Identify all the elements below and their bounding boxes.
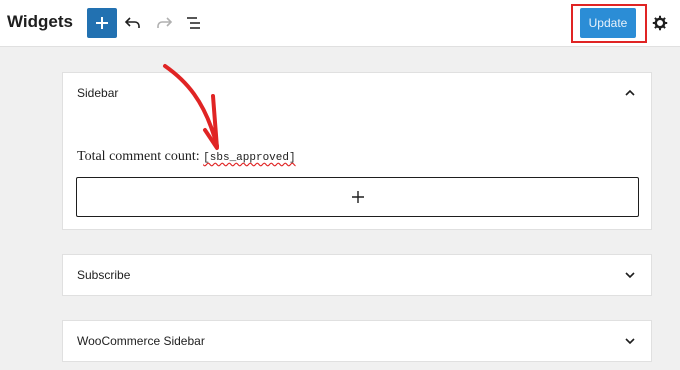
panel-header-subscribe[interactable]: Subscribe [63,255,651,295]
chevron-down-icon[interactable] [623,268,637,282]
panel-title: Subscribe [77,268,131,282]
panel-header-woocommerce-sidebar[interactable]: WooCommerce Sidebar [63,321,651,361]
panel-title: Sidebar [77,86,119,100]
list-view-button[interactable] [182,11,206,35]
redo-button[interactable] [152,11,176,35]
widget-area-woocommerce-sidebar: WooCommerce Sidebar [62,320,652,362]
plus-icon [351,191,364,203]
chevron-up-icon[interactable] [623,86,637,100]
arrow-annotation [163,64,219,150]
list-view-icon [187,17,200,29]
redo-icon [157,17,173,28]
page-title: Widgets [7,12,73,31]
add-block-button[interactable] [87,8,117,38]
add-block-appender[interactable] [76,177,639,217]
widget-area-subscribe: Subscribe [62,254,652,296]
gear-icon [652,15,668,31]
panel-header-sidebar[interactable]: Sidebar [63,73,651,113]
panel-title: WooCommerce Sidebar [77,334,205,348]
update-button[interactable]: Update [580,8,636,38]
plus-icon [96,17,108,29]
settings-button[interactable] [649,12,671,34]
chevron-down-icon[interactable] [623,334,637,348]
widget-area-sidebar: Sidebar Total comment count: [sbs_approv… [62,72,652,230]
top-toolbar: Widgets Update [0,0,680,47]
undo-button[interactable] [121,11,145,35]
undo-icon [124,17,140,28]
